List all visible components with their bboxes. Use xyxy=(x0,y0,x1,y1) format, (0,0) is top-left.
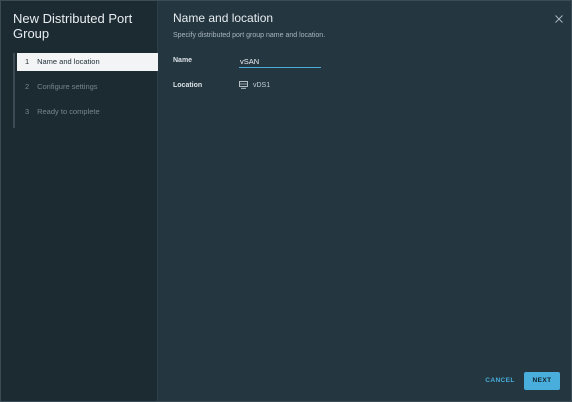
step-number: 1 xyxy=(25,57,30,66)
step-configure-settings[interactable]: 2 Configure settings xyxy=(15,78,158,96)
name-label: Name xyxy=(173,57,193,64)
step-label: Name and location xyxy=(37,57,100,66)
distributed-switch-icon xyxy=(239,81,248,89)
new-distributed-port-group-dialog: New Distributed Port Group 1 Name and lo… xyxy=(0,0,572,402)
step-ready-to-complete[interactable]: 3 Ready to complete xyxy=(15,103,158,121)
next-button[interactable]: NEXT xyxy=(524,372,560,390)
step-name-and-location[interactable]: 1 Name and location xyxy=(17,53,158,71)
wizard-title: New Distributed Port Group xyxy=(13,11,133,41)
location-value[interactable]: vDS1 xyxy=(239,80,270,90)
step-number: 2 xyxy=(25,82,30,91)
page-subtitle: Specify distributed port group name and … xyxy=(173,32,326,39)
location-label: Location xyxy=(173,82,203,89)
cancel-button[interactable]: CANCEL xyxy=(479,372,521,390)
wizard-sidebar: New Distributed Port Group 1 Name and lo… xyxy=(1,1,158,401)
step-label: Ready to complete xyxy=(37,107,100,116)
location-text: vDS1 xyxy=(253,81,271,89)
close-icon[interactable] xyxy=(554,14,564,24)
step-label: Configure settings xyxy=(37,82,98,91)
step-number: 3 xyxy=(25,107,30,116)
wizard-steps: 1 Name and location 2 Configure settings… xyxy=(13,53,158,128)
wizard-content: Name and location Specify distributed po… xyxy=(173,1,571,401)
page-title: Name and location xyxy=(173,11,274,25)
name-input[interactable] xyxy=(239,55,321,68)
